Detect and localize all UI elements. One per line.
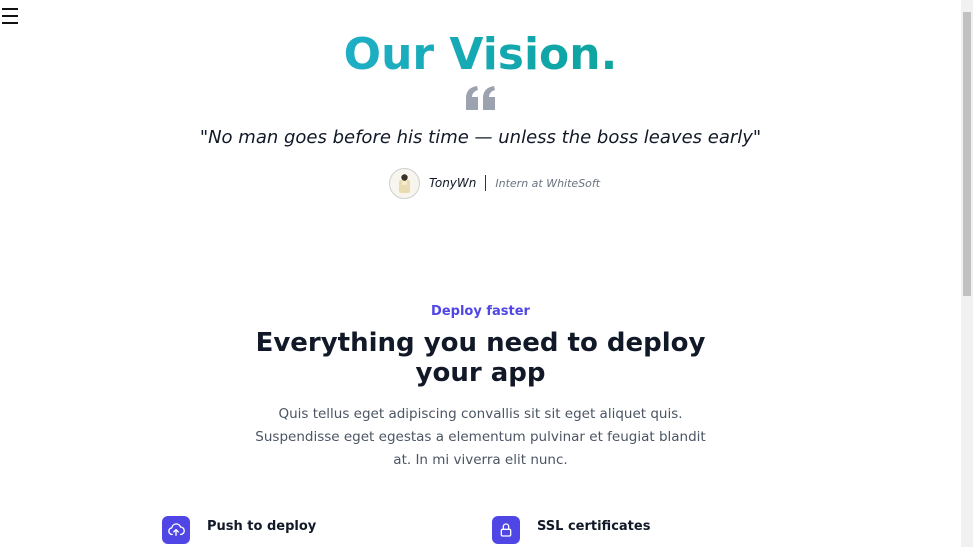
headline-text: Everything you need to deploy your app (255, 328, 706, 388)
section-lead: Quis tellus eget adipiscing convallis si… (255, 406, 706, 468)
author-name: TonyWn (429, 176, 477, 190)
feature-ssl-certificates: SSL certificates (492, 516, 650, 544)
lock-icon (492, 516, 520, 544)
quote-text: "No man goes before his time — unless th… (199, 127, 762, 148)
feature-label: SSL certificates (537, 519, 651, 534)
vertical-scrollbar[interactable] (961, 0, 973, 547)
cloud-upload-icon (162, 516, 190, 544)
feature-label: Push to deploy (207, 519, 317, 534)
vision-title: Our Vision. (0, 30, 961, 80)
quote-icon (466, 86, 495, 110)
section-headline: Everything you need to deploy your app (0, 328, 961, 388)
author-divider (485, 175, 487, 191)
scrollbar-thumb[interactable] (963, 12, 971, 296)
section-eyebrow: Deploy faster (431, 304, 530, 319)
avatar (389, 167, 420, 199)
author-role: Intern at WhiteSoft (495, 176, 601, 190)
hamburger-menu-icon[interactable] (2, 8, 18, 24)
feature-push-to-deploy: Push to deploy (162, 516, 316, 544)
quote-author: TonyWn Intern at WhiteSoft (389, 167, 600, 199)
page-content: Our Vision. "No man goes before his time… (0, 0, 961, 547)
